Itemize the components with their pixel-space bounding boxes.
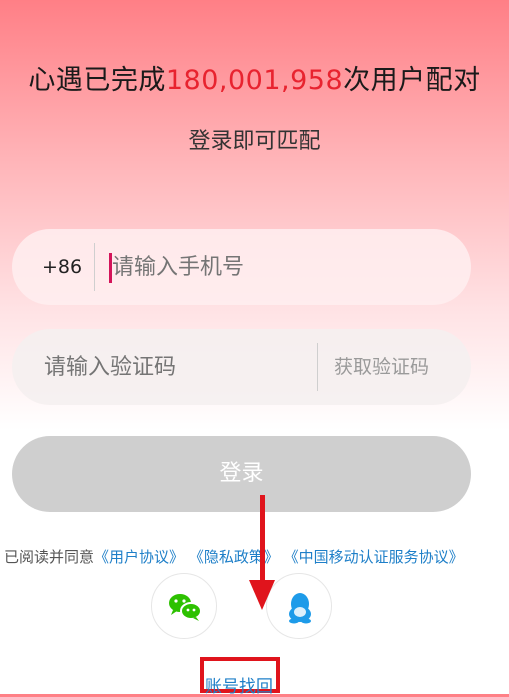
get-code-button[interactable]: 获取验证码 xyxy=(334,329,429,405)
match-count-headline: 心遇已完成180,001,958次用户配对 xyxy=(0,58,509,97)
annotation-arrow xyxy=(249,495,275,610)
phone-input[interactable] xyxy=(112,229,452,305)
account-recovery-link[interactable]: 账号找回 xyxy=(205,672,273,697)
verification-code-field[interactable]: 获取验证码 xyxy=(12,329,471,405)
phone-field-divider xyxy=(94,243,95,291)
mobile-auth-agreement-link[interactable]: 《中国移动认证服务协议》 xyxy=(284,548,464,566)
country-code-selector[interactable]: +86 xyxy=(42,229,82,305)
wechat-login-button[interactable] xyxy=(151,573,217,639)
phone-field[interactable]: +86 xyxy=(12,229,471,305)
match-count: 180,001,958 xyxy=(165,65,344,96)
user-agreement-link[interactable]: 《用户协议》 xyxy=(94,548,184,566)
code-field-divider xyxy=(317,343,318,391)
verification-code-input[interactable] xyxy=(44,329,304,405)
agreement-text: 已阅读并同意《用户协议》 《隐私政策》 《中国移动认证服务协议》 xyxy=(4,546,464,567)
wechat-icon xyxy=(169,594,202,621)
login-button[interactable]: 登录 xyxy=(12,436,471,512)
headline-suffix: 次用户配对 xyxy=(343,65,481,96)
agreement-prefix: 已阅读并同意 xyxy=(4,548,95,566)
headline-prefix: 心遇已完成 xyxy=(28,65,166,96)
page-subtitle: 登录即可匹配 xyxy=(188,129,321,154)
